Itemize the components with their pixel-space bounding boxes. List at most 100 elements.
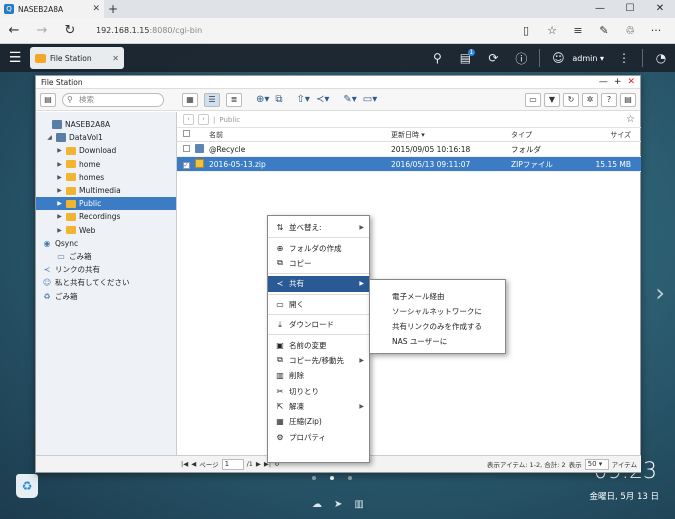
tree-item-recordings[interactable]: ▶ Recordings bbox=[36, 210, 176, 223]
tree-item-trash[interactable]: ♻ ごみ箱 bbox=[36, 289, 176, 302]
expand-arrow-icon[interactable]: ▶ bbox=[56, 213, 63, 220]
forward-button[interactable]: → bbox=[28, 23, 56, 38]
tree-item-nas[interactable]: NASEB2A8A bbox=[36, 118, 176, 131]
detail-view-button[interactable]: ≣ bbox=[226, 92, 242, 107]
external-device-icon[interactable]: ⟳ bbox=[479, 51, 507, 65]
tree-item-download[interactable]: ▶ Download bbox=[36, 144, 176, 157]
file-row-selected[interactable]: ✓ 2016-05-13.zip 2016/05/13 09:11:07 ZIP… bbox=[177, 157, 641, 172]
menu-item-compress[interactable]: ▦ 圧縮(Zip) bbox=[268, 414, 369, 429]
cursor-icon[interactable]: ➤ bbox=[334, 499, 342, 510]
column-modified[interactable]: 更新日時 ▾ bbox=[391, 130, 511, 140]
page-dot[interactable] bbox=[312, 476, 316, 480]
upload-icon[interactable]: ⇧▾ bbox=[297, 94, 310, 105]
toggle-sidebar-button[interactable]: ▤ bbox=[40, 92, 56, 107]
tree-item-home[interactable]: ▶ home bbox=[36, 158, 176, 171]
fs-maximize-button[interactable]: + bbox=[614, 77, 622, 87]
column-size[interactable]: サイズ bbox=[577, 130, 635, 140]
expand-arrow-icon[interactable]: ▶ bbox=[56, 174, 63, 181]
checkbox[interactable] bbox=[182, 144, 190, 152]
more-icon[interactable]: ··· bbox=[643, 24, 669, 37]
column-type[interactable]: タイプ bbox=[511, 130, 577, 140]
checkbox-checked[interactable]: ✓ bbox=[182, 161, 190, 169]
expand-arrow-icon[interactable]: ▶ bbox=[56, 200, 63, 207]
remote-mount-icon[interactable]: ▭▾ bbox=[363, 94, 377, 105]
refresh-button[interactable]: ↻ bbox=[56, 23, 84, 38]
menu-item-extract[interactable]: ⇱ 解凍 ▶ bbox=[268, 399, 369, 414]
forward-icon[interactable]: › bbox=[198, 114, 209, 125]
menu-item-open[interactable]: ▭ 開く bbox=[268, 297, 369, 312]
prev-page-icon[interactable]: ◀ bbox=[191, 460, 196, 468]
select-all-checkbox[interactable] bbox=[177, 130, 195, 139]
list-view-button[interactable]: ☰ bbox=[204, 92, 220, 107]
tree-item-datavol1[interactable]: ◢ DataVol1 bbox=[36, 131, 176, 144]
info-panel-button[interactable]: ▤ bbox=[620, 92, 636, 107]
favorite-star-icon[interactable]: ☆ bbox=[539, 24, 565, 37]
copy-icon[interactable]: ⧉ bbox=[275, 94, 282, 105]
main-menu-icon[interactable]: ☰ bbox=[0, 50, 30, 66]
tree-item-homes[interactable]: ▶ homes bbox=[36, 171, 176, 184]
filter-button[interactable]: ▼ bbox=[544, 92, 560, 107]
search-input[interactable]: ⚲ 検索 bbox=[62, 92, 164, 107]
back-icon[interactable]: ‹ bbox=[183, 114, 194, 125]
menu-item-copy[interactable]: ⧉ コピー bbox=[268, 256, 369, 271]
menu-item-sort[interactable]: ⇅ 並べ替え: ▶ bbox=[268, 220, 369, 235]
close-app-icon[interactable]: ✕ bbox=[112, 54, 119, 63]
expand-arrow-icon[interactable]: ▶ bbox=[56, 227, 63, 234]
reading-view-icon[interactable]: ▯ bbox=[513, 24, 539, 37]
submenu-item-email[interactable]: 電子メール経由 bbox=[370, 289, 505, 304]
tools-icon[interactable]: ✎▾ bbox=[343, 94, 356, 105]
user-menu[interactable]: admin ▾ bbox=[572, 54, 604, 63]
columns-icon[interactable]: ▥ bbox=[354, 499, 363, 510]
next-page-icon[interactable]: ▶ bbox=[256, 460, 261, 468]
tree-item-shared-with-me[interactable]: ☺ 私と共有してください bbox=[36, 276, 176, 289]
menu-item-delete[interactable]: ▥ 削除 bbox=[268, 368, 369, 383]
back-button[interactable]: ← bbox=[0, 23, 28, 38]
tree-item-qsync-trash[interactable]: ▭ ごみ箱 bbox=[36, 250, 176, 263]
menu-item-share[interactable]: ≺ 共有 ▶ bbox=[268, 276, 369, 292]
options-icon[interactable]: ⋮ bbox=[610, 51, 638, 65]
storage-info-button[interactable]: ▭ bbox=[525, 92, 541, 107]
file-row[interactable]: @Recycle 2015/09/05 10:16:18 フォルダ bbox=[177, 142, 641, 157]
first-page-icon[interactable]: |◀ bbox=[181, 460, 188, 468]
menu-item-create-folder[interactable]: ⊕ フォルダの作成 bbox=[268, 240, 369, 255]
close-tab-icon[interactable]: ✕ bbox=[92, 4, 100, 14]
menu-item-download[interactable]: ⤓ ダウンロード bbox=[268, 317, 369, 332]
tree-item-multimedia[interactable]: ▶ Multimedia bbox=[36, 184, 176, 197]
tree-item-public[interactable]: ▶ Public bbox=[36, 197, 176, 211]
background-tasks-icon[interactable]: ▤ 1 bbox=[451, 49, 479, 65]
thumbnail-view-button[interactable]: ▦ bbox=[182, 92, 198, 107]
recycle-bin-icon[interactable]: ♻ bbox=[16, 474, 38, 498]
submenu-item-link-only[interactable]: 共有リンクのみを作成する bbox=[370, 319, 505, 334]
row-checkbox-cell[interactable]: ✓ bbox=[177, 160, 195, 169]
cloud-icon[interactable]: ☁ bbox=[312, 499, 322, 510]
row-checkbox-cell[interactable] bbox=[177, 144, 195, 154]
expand-arrow-icon[interactable]: ▶ bbox=[56, 187, 63, 194]
tree-item-share-links[interactable]: ≺ リンクの共有 bbox=[36, 263, 176, 276]
page-dot[interactable] bbox=[348, 476, 352, 480]
page-input[interactable]: 1 bbox=[221, 458, 244, 470]
close-window-button[interactable]: ✕ bbox=[645, 0, 675, 18]
next-page-arrow-icon[interactable]: › bbox=[655, 279, 665, 307]
maximize-button[interactable]: ☐ bbox=[615, 0, 645, 18]
menu-item-cut[interactable]: ✂ 切りとり bbox=[268, 384, 369, 399]
dashboard-gauge-icon[interactable]: ◔ bbox=[647, 51, 675, 65]
info-icon[interactable]: ⓘ bbox=[507, 50, 535, 67]
tree-item-qsync[interactable]: ◉ Qsync bbox=[36, 237, 176, 250]
browser-tab[interactable]: Q NASEB2A8A ✕ bbox=[0, 0, 104, 18]
web-note-icon[interactable]: ✎ bbox=[591, 24, 617, 37]
submenu-item-nas-user[interactable]: NAS ユーザーに bbox=[370, 334, 505, 349]
fs-minimize-button[interactable]: — bbox=[599, 77, 608, 87]
menu-item-rename[interactable]: ▣ 名前の変更 bbox=[268, 337, 369, 352]
share-icon[interactable]: ≺▾ bbox=[316, 94, 329, 105]
expand-arrow-icon[interactable]: ▶ bbox=[56, 161, 63, 168]
user-avatar-icon[interactable]: ☺ bbox=[544, 51, 572, 65]
submenu-item-social[interactable]: ソーシャルネットワークに bbox=[370, 304, 505, 319]
create-icon[interactable]: ⊕▾ bbox=[256, 94, 269, 105]
hub-icon[interactable]: ≡ bbox=[565, 24, 591, 37]
new-tab-button[interactable]: + bbox=[104, 2, 122, 16]
checkbox[interactable] bbox=[182, 130, 190, 137]
page-dot-active[interactable] bbox=[330, 476, 334, 480]
file-station-taskbar-tab[interactable]: File Station ✕ bbox=[30, 47, 124, 69]
favorite-star-icon[interactable]: ☆ bbox=[626, 114, 635, 125]
minimize-button[interactable]: — bbox=[585, 0, 615, 18]
